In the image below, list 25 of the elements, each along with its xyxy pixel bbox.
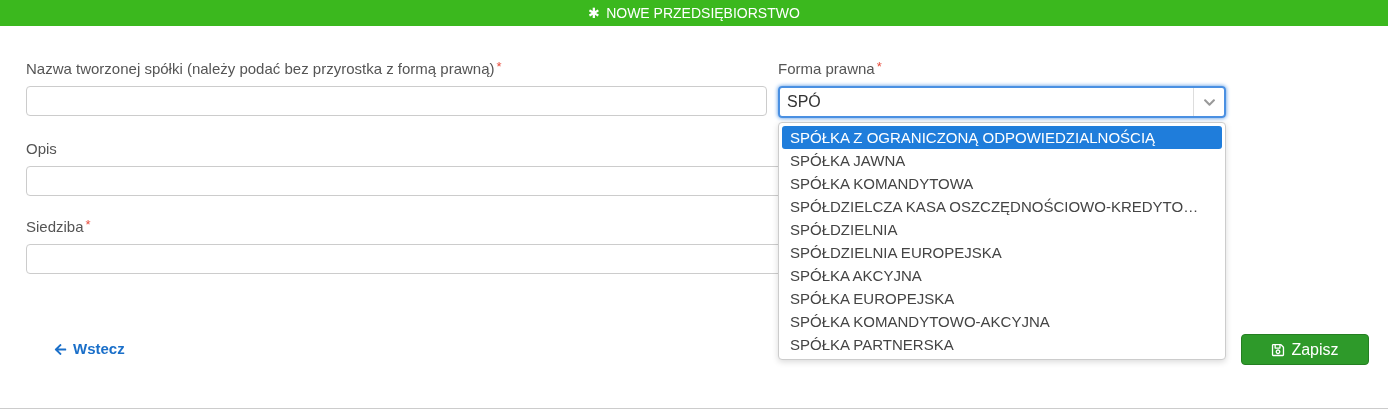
dropdown-option[interactable]: SPÓŁKA JAWNA bbox=[782, 149, 1222, 172]
arrow-left-icon bbox=[54, 343, 67, 356]
field-label: Nazwa tworzonej spółki (należy podać bez przyrostka z formą prawną) bbox=[26, 59, 495, 79]
dropdown-option[interactable]: SPÓŁDZIELCZA KASA OSZCZĘDNOŚCIOWO-KREDYTO… bbox=[782, 195, 1222, 218]
dropdown-option[interactable]: SPÓŁKA KOMANDYTOWA bbox=[782, 172, 1222, 195]
dropdown-option[interactable]: SPÓŁKA AKCYJNA bbox=[782, 264, 1222, 287]
header-title: NOWE PRZEDSIĘBIORSTWO bbox=[606, 3, 800, 23]
save-icon bbox=[1271, 342, 1286, 357]
dropdown-option[interactable]: SPÓŁDZIELNIA bbox=[782, 218, 1222, 241]
asterisk-icon: ✱ bbox=[588, 6, 601, 20]
back-link[interactable]: Wstecz bbox=[54, 338, 125, 361]
field-label: Siedziba bbox=[26, 217, 84, 237]
select-field[interactable]: SPÓ bbox=[778, 86, 1226, 118]
dropdown-option[interactable]: SPÓŁKA PARTNERSKA bbox=[782, 333, 1222, 356]
dropdown-option[interactable]: SPÓŁDZIELNIA EUROPEJSKA bbox=[782, 241, 1222, 264]
input-field[interactable] bbox=[26, 86, 767, 116]
save-button[interactable]: Zapisz bbox=[1241, 334, 1369, 365]
dropdown-option[interactable]: SPÓŁKA EUROPEJSKA bbox=[782, 287, 1222, 310]
field-label: Forma prawna bbox=[778, 59, 875, 79]
dropdown-option[interactable]: SPÓŁKA Z OGRANICZONĄ ODPOWIEDZIALNOŚCIĄ bbox=[782, 126, 1222, 149]
required-mark: * bbox=[876, 59, 882, 75]
required-mark: * bbox=[496, 59, 502, 75]
field-label: Opis bbox=[26, 139, 57, 159]
dropdown-option[interactable]: SPÓŁKA KOMANDYTOWO-AKCYJNA bbox=[782, 310, 1222, 333]
required-mark: * bbox=[85, 217, 91, 233]
